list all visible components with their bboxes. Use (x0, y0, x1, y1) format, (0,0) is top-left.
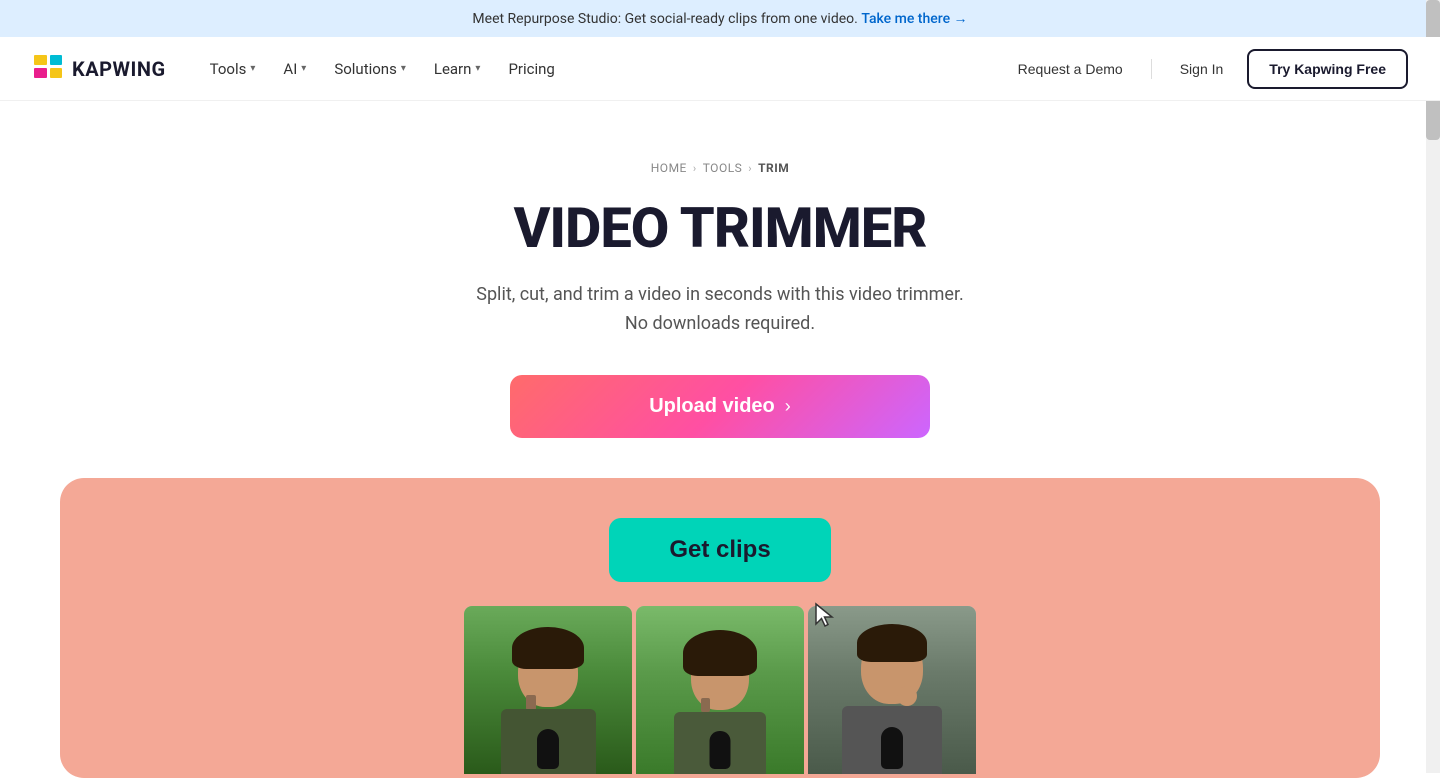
logo-sq-yellow (34, 55, 47, 65)
nav-item-ai[interactable]: AI ▾ (271, 52, 318, 86)
nav-links: Tools ▾ AI ▾ Solutions ▾ Learn ▾ Pricing (198, 52, 1002, 86)
video-thumbnails (464, 606, 976, 774)
navbar: KAPWING Tools ▾ AI ▾ Solutions ▾ Learn ▾… (0, 37, 1440, 101)
announcement-text: Meet Repurpose Studio: Get social-ready … (472, 11, 857, 27)
logo[interactable]: KAPWING (32, 53, 166, 85)
get-clips-container: Get clips (609, 518, 830, 582)
logo-sq-yellow2 (50, 68, 63, 78)
upload-video-button[interactable]: Upload video › (510, 375, 930, 438)
sign-in-button[interactable]: Sign In (1164, 53, 1240, 85)
logo-icon (32, 53, 64, 85)
hero-subtitle: Split, cut, and trim a video in seconds … (476, 281, 963, 339)
chevron-down-icon: ▾ (401, 63, 406, 74)
logo-sq-pink (34, 68, 47, 78)
breadcrumb: HOME › TOOLS › TRIM (651, 161, 790, 175)
page-title: VIDEO TRIMMER (514, 195, 927, 261)
video-thumbnail-3 (808, 606, 976, 774)
announcement-link[interactable]: Take me there → (861, 11, 967, 27)
try-free-button[interactable]: Try Kapwing Free (1247, 49, 1408, 89)
breadcrumb-home[interactable]: HOME (651, 161, 687, 175)
logo-text: KAPWING (72, 57, 166, 81)
logo-sq-teal (50, 55, 63, 65)
chevron-down-icon: ▾ (250, 63, 255, 74)
request-demo-button[interactable]: Request a Demo (1002, 53, 1139, 85)
video-thumbnail-1 (464, 606, 632, 774)
nav-item-learn[interactable]: Learn ▾ (422, 52, 493, 86)
announcement-bar: Meet Repurpose Studio: Get social-ready … (0, 0, 1440, 37)
nav-actions: Request a Demo Sign In Try Kapwing Free (1002, 49, 1408, 89)
scrollbar[interactable] (1426, 0, 1440, 773)
cursor-icon (812, 602, 840, 630)
nav-divider (1151, 59, 1152, 79)
get-clips-button[interactable]: Get clips (609, 518, 830, 582)
breadcrumb-sep-2: › (748, 162, 752, 175)
nav-item-pricing[interactable]: Pricing (496, 52, 566, 86)
nav-item-tools[interactable]: Tools ▾ (198, 52, 268, 86)
video-thumbnail-2 (636, 606, 804, 774)
chevron-down-icon: ▾ (301, 63, 306, 74)
breadcrumb-tools[interactable]: TOOLS (703, 161, 743, 175)
hero-section: HOME › TOOLS › TRIM VIDEO TRIMMER Split,… (0, 101, 1440, 478)
upload-arrow-icon: › (785, 396, 791, 417)
chevron-down-icon: ▾ (475, 63, 480, 74)
breadcrumb-sep-1: › (693, 162, 697, 175)
breadcrumb-current: TRIM (758, 161, 789, 175)
demo-section: Get clips (60, 478, 1380, 778)
nav-item-solutions[interactable]: Solutions ▾ (322, 52, 418, 86)
